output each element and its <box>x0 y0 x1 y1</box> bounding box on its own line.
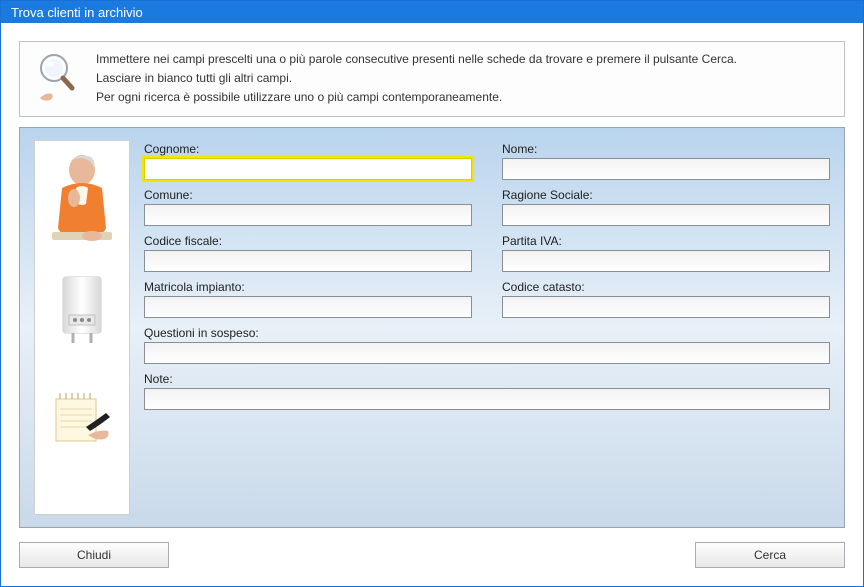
magnifier-icon <box>32 50 82 104</box>
chiudi-button[interactable]: Chiudi <box>19 542 169 568</box>
field-nome: Nome: <box>502 142 830 180</box>
field-matricola-impianto: Matricola impianto: <box>144 280 472 318</box>
window-title: Trova clienti in archivio <box>11 5 143 20</box>
label-questioni-in-sospeso: Questioni in sospeso: <box>144 326 830 340</box>
cerca-button[interactable]: Cerca <box>695 542 845 568</box>
sidebar <box>34 140 130 515</box>
input-codice-catasto[interactable] <box>502 296 830 318</box>
label-codice-catasto: Codice catasto: <box>502 280 830 294</box>
field-ragione-sociale: Ragione Sociale: <box>502 188 830 226</box>
label-matricola-impianto: Matricola impianto: <box>144 280 472 294</box>
field-codice-catasto: Codice catasto: <box>502 280 830 318</box>
instruction-line-2: Lasciare in bianco tutti gli altri campi… <box>96 69 737 88</box>
input-ragione-sociale[interactable] <box>502 204 830 226</box>
input-cognome[interactable] <box>144 158 472 180</box>
instruction-line-1: Immettere nei campi prescelti una o più … <box>96 50 737 69</box>
input-comune[interactable] <box>144 204 472 226</box>
sidebar-item-notes[interactable] <box>38 365 126 475</box>
field-note: Note: <box>144 372 830 410</box>
input-partita-iva[interactable] <box>502 250 830 272</box>
person-icon <box>46 150 118 250</box>
sidebar-item-boiler[interactable] <box>38 255 126 365</box>
instructions-panel: Immettere nei campi prescelti una o più … <box>19 41 845 117</box>
search-panel: Cognome: Nome: Comune: Ragione Sociale: <box>19 127 845 528</box>
titlebar: Trova clienti in archivio <box>1 1 863 23</box>
instruction-line-3: Per ogni ricerca è possibile utilizzare … <box>96 88 737 107</box>
field-codice-fiscale: Codice fiscale: <box>144 234 472 272</box>
label-cognome: Cognome: <box>144 142 472 156</box>
field-cognome: Cognome: <box>144 142 472 180</box>
sidebar-item-person[interactable] <box>38 145 126 255</box>
label-ragione-sociale: Ragione Sociale: <box>502 188 830 202</box>
input-questioni-in-sospeso[interactable] <box>144 342 830 364</box>
input-nome[interactable] <box>502 158 830 180</box>
form-area: Cognome: Nome: Comune: Ragione Sociale: <box>144 140 830 515</box>
input-note[interactable] <box>144 388 830 410</box>
field-questioni-in-sospeso: Questioni in sospeso: <box>144 326 830 364</box>
window: Trova clienti in archivio Immettere nei … <box>0 0 864 587</box>
boiler-icon <box>55 271 109 349</box>
content-area: Immettere nei campi prescelti una o più … <box>1 23 863 586</box>
field-comune: Comune: <box>144 188 472 226</box>
instructions-text: Immettere nei campi prescelti una o più … <box>96 50 737 108</box>
input-codice-fiscale[interactable] <box>144 250 472 272</box>
notes-icon <box>48 389 116 451</box>
input-matricola-impianto[interactable] <box>144 296 472 318</box>
label-partita-iva: Partita IVA: <box>502 234 830 248</box>
button-bar: Chiudi Cerca <box>19 538 845 568</box>
label-comune: Comune: <box>144 188 472 202</box>
label-codice-fiscale: Codice fiscale: <box>144 234 472 248</box>
field-partita-iva: Partita IVA: <box>502 234 830 272</box>
label-nome: Nome: <box>502 142 830 156</box>
label-note: Note: <box>144 372 830 386</box>
